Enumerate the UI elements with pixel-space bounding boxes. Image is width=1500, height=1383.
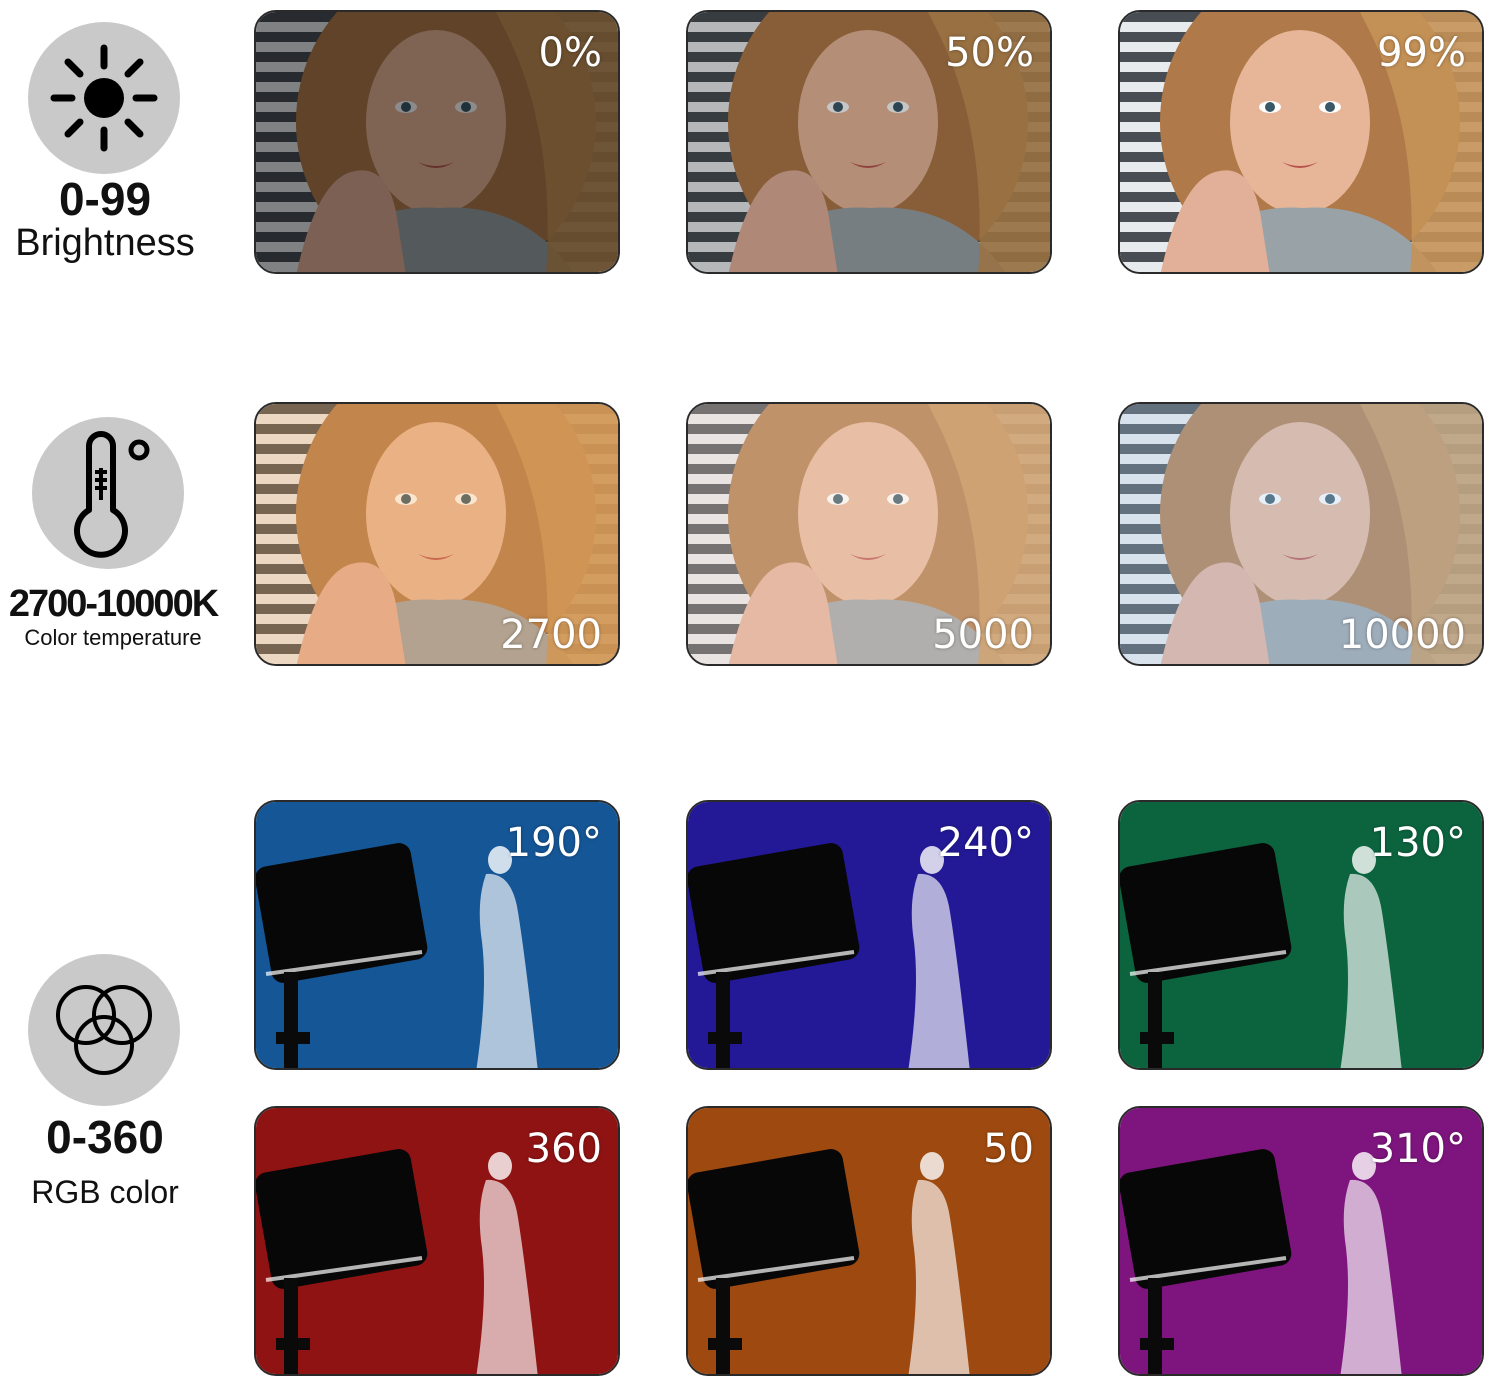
brightness-label: Brightness [15, 222, 195, 264]
temperature-tile: 5000 [686, 402, 1052, 666]
rgb-tile: 50 [686, 1106, 1052, 1376]
rgb-feature: 0-360 RGB color [0, 950, 210, 1220]
rgb-tile: 360 [254, 1106, 620, 1376]
temperature-tile: 10000 [1118, 402, 1484, 666]
rgb-tile: 130° [1118, 800, 1484, 1070]
temperature-feature: 2700-10000K Color temperature [0, 415, 226, 665]
temperature-tile: 2700 [254, 402, 620, 666]
rgb-tile: 310° [1118, 1106, 1484, 1376]
rgb-circles-icon [28, 954, 180, 1106]
hue-label: 130° [1369, 820, 1466, 866]
temperature-value-label: 10000 [1338, 612, 1466, 658]
rgb-range: 0-360 [46, 1111, 164, 1163]
brightness-tile: 50% [686, 10, 1052, 274]
brightness-tile: 0% [254, 10, 620, 274]
brightness-level-label: 50% [945, 30, 1034, 76]
brightness-tile: 99% [1118, 10, 1484, 274]
brightness-range: 0-99 [58, 173, 152, 225]
sun-icon [28, 22, 180, 174]
thermometer-icon [32, 417, 184, 569]
brightness-level-label: 99% [1377, 30, 1466, 76]
rgb-label: RGB color [31, 1174, 179, 1210]
hue-label: 50 [983, 1126, 1034, 1172]
temperature-value-label: 2700 [500, 612, 602, 658]
brightness-feature: 0-99 Brightness [0, 20, 210, 270]
hue-label: 240° [937, 820, 1034, 866]
temperature-range: 2700-10000K [8, 583, 219, 625]
temperature-label: Color temperature [24, 625, 202, 650]
hue-label: 190° [505, 820, 602, 866]
hue-label: 360 [525, 1126, 602, 1172]
rgb-tile: 190° [254, 800, 620, 1070]
temperature-value-label: 5000 [932, 612, 1034, 658]
brightness-level-label: 0% [538, 30, 602, 76]
rgb-tile: 240° [686, 800, 1052, 1070]
hue-label: 310° [1369, 1126, 1466, 1172]
